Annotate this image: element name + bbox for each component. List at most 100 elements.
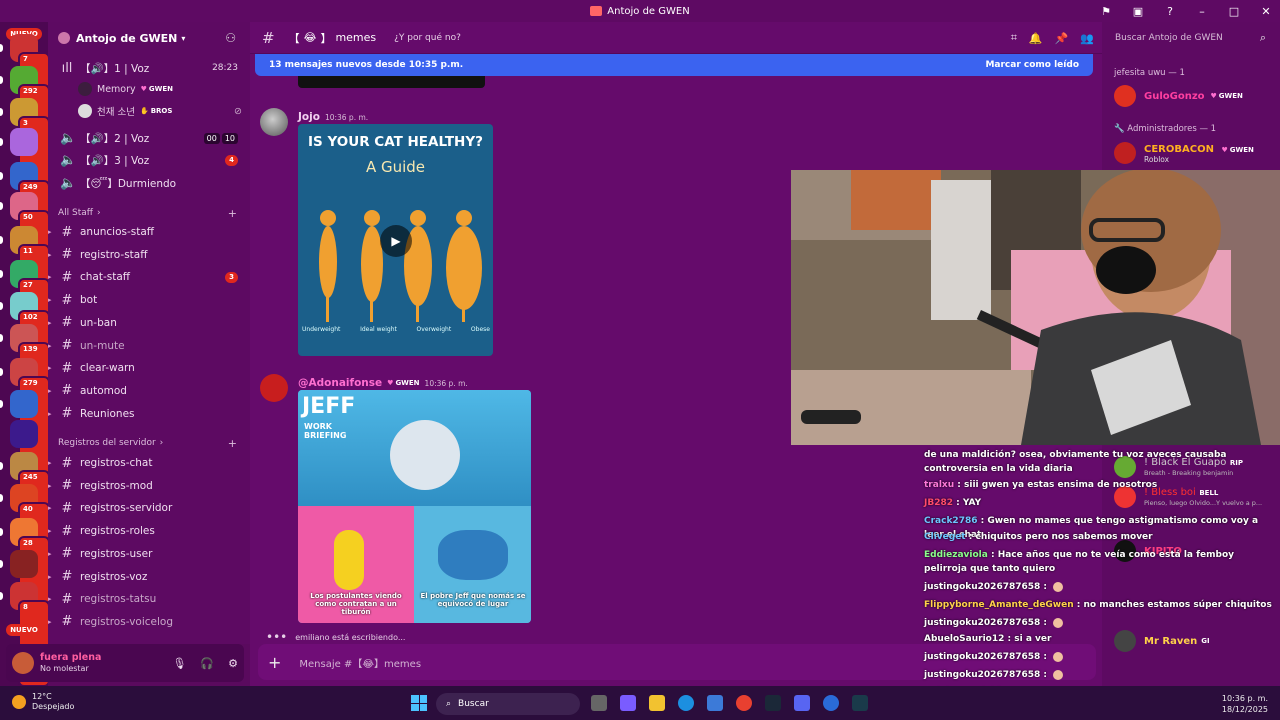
- chrome-icon[interactable]: [736, 695, 752, 711]
- chat-username[interactable]: JB282: [924, 498, 953, 508]
- chat-line: justingoku2026787658 :: [924, 616, 1276, 630]
- pin-icon[interactable]: 📌: [1055, 32, 1069, 45]
- user-name: fuera plena: [40, 652, 102, 663]
- weather-widget[interactable]: 12°C Despejado: [12, 692, 74, 712]
- chat-username[interactable]: Cliveget: [924, 532, 966, 542]
- threads-icon[interactable]: ⌗: [1011, 31, 1017, 45]
- server-icon[interactable]: [10, 550, 38, 578]
- inbox-flag-icon[interactable]: ⚑: [1100, 5, 1112, 18]
- chat-username[interactable]: justingoku2026787658: [924, 652, 1040, 662]
- text-channel-reuniones[interactable]: ▸ # Reuniones: [48, 404, 250, 424]
- cat-health-video[interactable]: IS YOUR CAT HEALTHY? A Guide ▶ Underweig…: [298, 124, 493, 356]
- chat-username[interactable]: Crack2786: [924, 516, 978, 526]
- bell-icon[interactable]: 🔔: [1029, 32, 1043, 45]
- add-channel-icon[interactable]: +: [228, 207, 237, 220]
- discord-icon[interactable]: [794, 695, 810, 711]
- store-icon[interactable]: [707, 695, 723, 711]
- text-channel-registros-mod[interactable]: ▸ # registros-mod: [48, 476, 250, 496]
- text-channel-registros-voicelog[interactable]: ▸ # registros-voicelog: [48, 612, 250, 632]
- add-channel-icon[interactable]: +: [228, 437, 237, 450]
- user-avatar[interactable]: [12, 652, 34, 674]
- chat-username[interactable]: AbueloSaurio12: [924, 634, 1004, 644]
- channel-label: 【😴】Durmiendo: [80, 177, 177, 190]
- server-rail: NUEVO7292324950112710213927924540288NUEV…: [0, 22, 48, 686]
- app-icon[interactable]: [823, 695, 839, 711]
- edge-icon[interactable]: [678, 695, 694, 711]
- add-member-icon[interactable]: ⚇: [225, 31, 236, 45]
- category-logs[interactable]: Registros del servidor › +: [58, 436, 243, 450]
- expand-arrow-icon: ▸: [48, 296, 52, 305]
- settings-gear-icon[interactable]: ⚙: [228, 657, 238, 670]
- text-channel-clear-warn[interactable]: ▸ # clear-warn: [48, 358, 250, 378]
- search-input[interactable]: Buscar Antojo de GWEN ⌕: [1110, 28, 1272, 48]
- server-icon[interactable]: [10, 390, 38, 418]
- text-channel-automod[interactable]: ▸ # automod: [48, 381, 250, 401]
- chat-line: justingoku2026787658 :: [924, 650, 1276, 664]
- copilot-icon[interactable]: [620, 695, 636, 711]
- text-channel-anuncios-staff[interactable]: ▸ # anuncios-staff: [48, 222, 250, 242]
- expand-arrow-icon: ▸: [48, 617, 52, 626]
- play-icon[interactable]: ▶: [380, 225, 412, 257]
- add-attachment-icon[interactable]: +: [268, 653, 281, 672]
- chat-username[interactable]: Eddiezaviola: [924, 550, 988, 560]
- chat-username[interactable]: justingoku2026787658: [924, 670, 1040, 680]
- message-input[interactable]: Mensaje #【😂】memes: [299, 655, 421, 670]
- message-author[interactable]: @Adonaifonse: [298, 377, 382, 389]
- text-channel-un-ban[interactable]: ▸ # un-ban: [48, 313, 250, 333]
- voice-user[interactable]: 천재 소년 ✋ BROS ⊘: [78, 102, 242, 120]
- file-explorer-icon[interactable]: [649, 695, 665, 711]
- chat-text: chiquitos pero nos sabemos mover: [975, 532, 1153, 542]
- voice-channel-sleep[interactable]: 🔈 【😴】Durmiendo: [48, 173, 250, 193]
- message-author[interactable]: Jojo: [298, 111, 320, 123]
- server-icon[interactable]: [10, 128, 38, 156]
- member-item[interactable]: CEROBACON ♥ GWEN Roblox: [1114, 140, 1254, 166]
- new-servers-pill[interactable]: NUEVO: [6, 624, 42, 636]
- member-item[interactable]: GuloGonzo ♥ GWEN: [1114, 83, 1243, 109]
- app-icon[interactable]: [852, 695, 868, 711]
- voice-channel-1[interactable]: ıll 【🔊】1 | Voz 28:23: [48, 58, 250, 78]
- hash-icon: #: [61, 478, 73, 494]
- text-channel-registro-staff[interactable]: ▸ # registro-staff: [48, 245, 250, 265]
- text-channel-chat-staff[interactable]: ▸ # chat-staff 3: [48, 267, 250, 287]
- taskbar-search[interactable]: ⌕ Buscar: [436, 693, 580, 715]
- voice-user[interactable]: Memory ♥ GWEN: [78, 80, 173, 98]
- text-channel-bot[interactable]: ▸ # bot: [48, 290, 250, 310]
- server-folder-icon[interactable]: [10, 420, 38, 448]
- mark-as-read-button[interactable]: Marcar como leído: [985, 60, 1079, 70]
- channel-topic[interactable]: ¿Y por qué no?: [394, 33, 461, 43]
- members-icon[interactable]: 👥: [1080, 32, 1094, 45]
- text-channel-registros-user[interactable]: ▸ # registros-user: [48, 544, 250, 564]
- minimize-button[interactable]: –: [1196, 5, 1208, 18]
- microphone-icon[interactable]: 🎙: [172, 657, 186, 670]
- close-button[interactable]: ✕: [1260, 5, 1272, 18]
- maximize-button[interactable]: □: [1228, 5, 1240, 18]
- category-staff[interactable]: All Staff › +: [58, 206, 243, 220]
- channel-label: automod: [80, 384, 127, 397]
- text-channel-registros-voz[interactable]: ▸ # registros-voz: [48, 567, 250, 587]
- text-channel-registros-servidor[interactable]: ▸ # registros-servidor: [48, 498, 250, 518]
- chat-username[interactable]: justingoku2026787658: [924, 618, 1040, 628]
- text-channel-un-mute[interactable]: ▸ # un-mute: [48, 336, 250, 356]
- author-avatar[interactable]: [260, 108, 288, 136]
- voice-channel-3[interactable]: 🔈 【🔊】3 | Voz 4: [48, 150, 250, 170]
- meme-image[interactable]: JEFF WORK BRIEFING Los postulantes viend…: [298, 390, 531, 623]
- author-avatar[interactable]: [260, 374, 288, 402]
- unread-indicator: [0, 400, 3, 408]
- help-icon[interactable]: ?: [1164, 5, 1176, 18]
- window-layout-icon[interactable]: ▣: [1132, 5, 1144, 18]
- voice-channel-2[interactable]: 🔈 【🔊】2 | Voz 00 10: [48, 128, 250, 148]
- new-messages-bar[interactable]: 13 mensajes nuevos desde 10:35 p.m. Marc…: [255, 54, 1093, 76]
- clock[interactable]: 10:36 p. m. 18/12/2025: [1222, 693, 1268, 715]
- chat-username[interactable]: Flippyborne_Amante_deGwen: [924, 600, 1074, 610]
- task-view-icon[interactable]: [591, 695, 607, 711]
- text-channel-registros-roles[interactable]: ▸ # registros-roles: [48, 521, 250, 541]
- text-channel-registros-chat[interactable]: ▸ # registros-chat: [48, 453, 250, 473]
- chat-username[interactable]: justingoku2026787658: [924, 582, 1040, 592]
- chat-line: tralxu : siii gwen ya estas ensima de no…: [924, 480, 1158, 490]
- headphones-icon[interactable]: 🎧: [200, 657, 214, 670]
- server-header[interactable]: Antojo de GWEN ▾ ⚇: [48, 22, 250, 54]
- start-button[interactable]: [411, 695, 427, 711]
- steam-icon[interactable]: [765, 695, 781, 711]
- text-channel-registros-tatsu[interactable]: ▸ # registros-tatsu: [48, 589, 250, 609]
- chat-username[interactable]: tralxu: [924, 480, 954, 490]
